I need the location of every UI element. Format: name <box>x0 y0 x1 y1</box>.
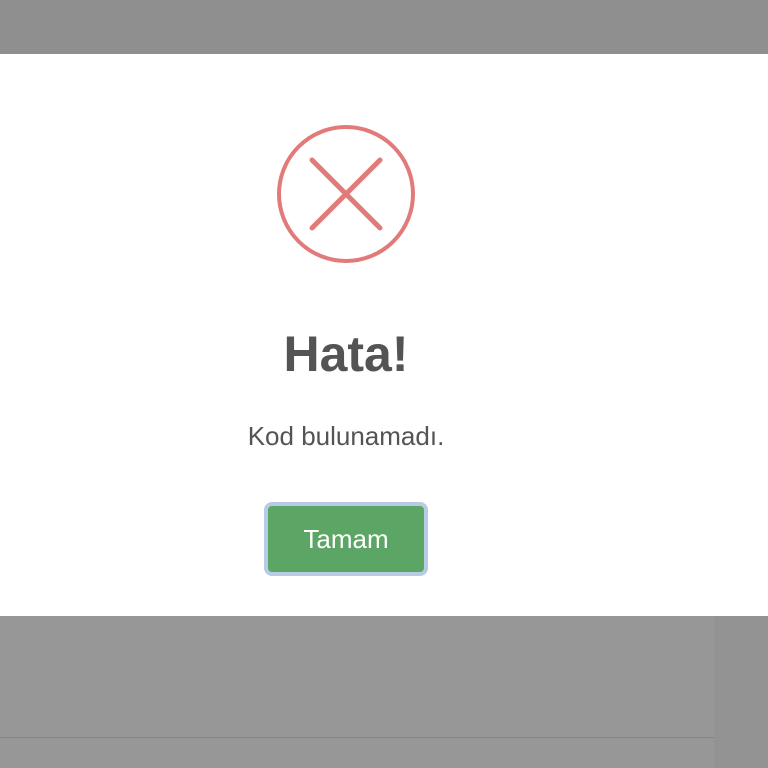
background-panel <box>0 616 714 768</box>
overlay-top <box>0 0 768 54</box>
error-dialog: Hata! Kod bulunamadı. Tamam <box>0 54 768 616</box>
confirm-button[interactable]: Tamam <box>264 502 428 576</box>
app-screen: Hata! Kod bulunamadı. Tamam <box>0 0 768 768</box>
dialog-title: Hata! <box>283 326 409 382</box>
dialog-message: Kod bulunamadı. <box>247 421 445 451</box>
error-x-circle-icon <box>277 125 415 263</box>
background-divider <box>0 737 714 738</box>
